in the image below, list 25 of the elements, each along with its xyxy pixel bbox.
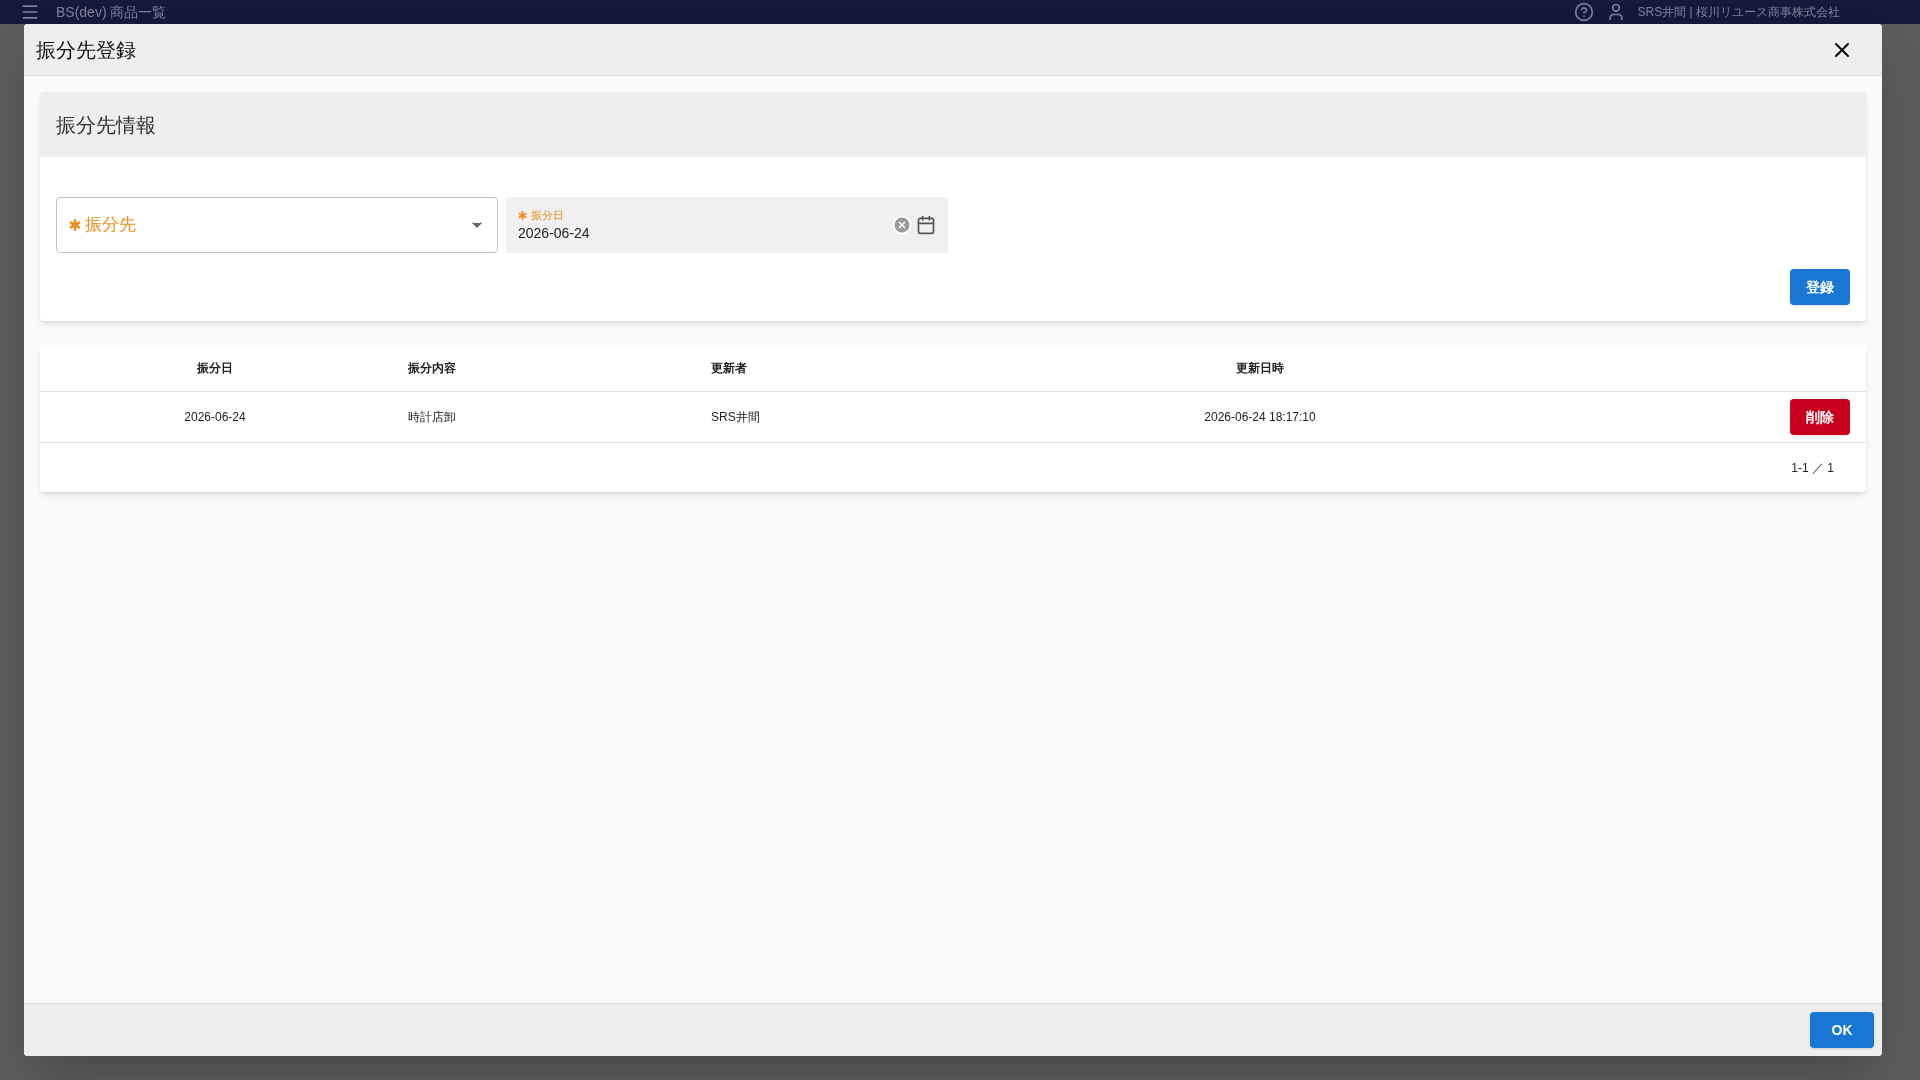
delete-button[interactable]: 削除 <box>1790 399 1850 435</box>
date-value: 2026-06-24 <box>518 224 590 243</box>
column-header: 振分日 <box>196 360 234 377</box>
table-cell-text: 2026-06-24 18:17:10 <box>1203 409 1317 426</box>
calendar-icon[interactable] <box>916 215 936 235</box>
column-header: 更新者 <box>711 360 748 377</box>
user-name: SRS井間 | 桜川リユース商事株式会社 <box>1637 4 1840 21</box>
help-icon[interactable] <box>1573 2 1594 22</box>
register-button[interactable]: 登録 <box>1790 269 1850 305</box>
dialog-title: 振分先登録 <box>36 37 136 63</box>
destination-select[interactable]: 振分先 <box>56 197 498 253</box>
select-label: 振分先 <box>85 214 136 237</box>
app-title: BS(dev) 商品一覧 <box>56 3 167 22</box>
table-cell-text: 時計店卸 <box>407 409 457 426</box>
date-label: 振分日 <box>531 208 564 223</box>
table-cell-text: 2026-06-24 <box>183 409 247 426</box>
section-title: 振分先情報 <box>56 112 156 138</box>
table-cell-text: SRS井間 <box>711 409 761 426</box>
column-header: 更新日時 <box>1235 360 1285 377</box>
menu-icon[interactable] <box>20 2 40 22</box>
ok-button[interactable]: OK <box>1810 1012 1874 1048</box>
column-header: 振分内容 <box>407 360 457 377</box>
clear-icon[interactable] <box>892 215 912 235</box>
date-field[interactable]: 振分日 2026-06-24 <box>506 197 948 253</box>
pagination-info: 1-1 ／ 1 <box>1791 459 1834 477</box>
